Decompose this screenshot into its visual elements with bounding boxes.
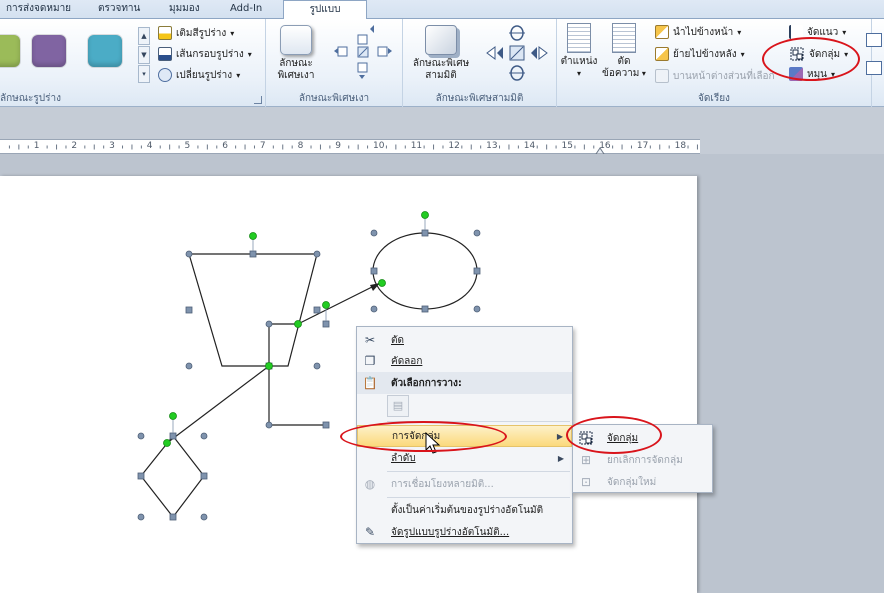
connector-lines[interactable]: [166, 282, 381, 444]
paste-icon: 📋: [362, 376, 378, 390]
ungroup-icon: ⊞: [580, 453, 592, 467]
scissors-icon: ✂: [364, 333, 376, 347]
group-icon: [579, 431, 593, 445]
menu-item-hyperlink[interactable]: ◍ การเชื่อมโยงหลายมิติ...: [357, 473, 572, 495]
menu-separator: [387, 471, 570, 472]
submenu-arrow-icon: ▶: [556, 431, 563, 441]
globe-link-icon: ◍: [364, 477, 376, 491]
menu-item-cut[interactable]: ✂ ตัด: [357, 329, 572, 351]
diamond-shape[interactable]: [140, 435, 205, 518]
submenu-item-regroup[interactable]: ⊡ จัดกลุ่มใหม่: [573, 471, 712, 493]
menu-item-format-shape[interactable]: ✎ จัดรูปแบบรูปร่างอัตโนมัติ...: [357, 521, 572, 543]
submenu-arrow-icon: ▶: [557, 453, 564, 463]
mouse-cursor-icon: [425, 432, 441, 454]
menu-item-order[interactable]: ลำดับ ▶: [357, 447, 572, 469]
menu-item-set-default-shape[interactable]: ตั้งเป็นค่าเริ่มต้นของรูปร่างอัตโนมัติ: [357, 499, 572, 521]
copy-icon: ❐: [364, 354, 376, 368]
trapezoid-shape[interactable]: [188, 253, 318, 367]
grouping-submenu: จัดกลุ่ม ⊞ ยกเลิกการจัดกลุ่ม ⊡ จัดกลุ่มใ…: [572, 424, 713, 493]
submenu-item-ungroup[interactable]: ⊞ ยกเลิกการจัดกลุ่ม: [573, 449, 712, 471]
menu-item-copy[interactable]: ❐ คัดลอก: [357, 350, 572, 372]
menu-item-paste-options: 📋 ตัวเลือกการวาง:: [357, 372, 572, 394]
submenu-item-group[interactable]: จัดกลุ่ม: [573, 427, 712, 449]
menu-separator: [387, 421, 570, 422]
format-shape-icon: ✎: [364, 525, 376, 539]
menu-item-grouping[interactable]: การจัดกลุ่ม ▶: [357, 425, 572, 447]
menu-separator: [387, 497, 570, 498]
ellipse-shape[interactable]: [372, 232, 478, 310]
paste-keep-formatting-button[interactable]: ▤: [387, 395, 409, 417]
context-menu: ✂ ตัด ❐ คัดลอก 📋 ตัวเลือกการวาง: ▤ การจั…: [356, 326, 573, 544]
regroup-icon: ⊡: [580, 475, 592, 489]
